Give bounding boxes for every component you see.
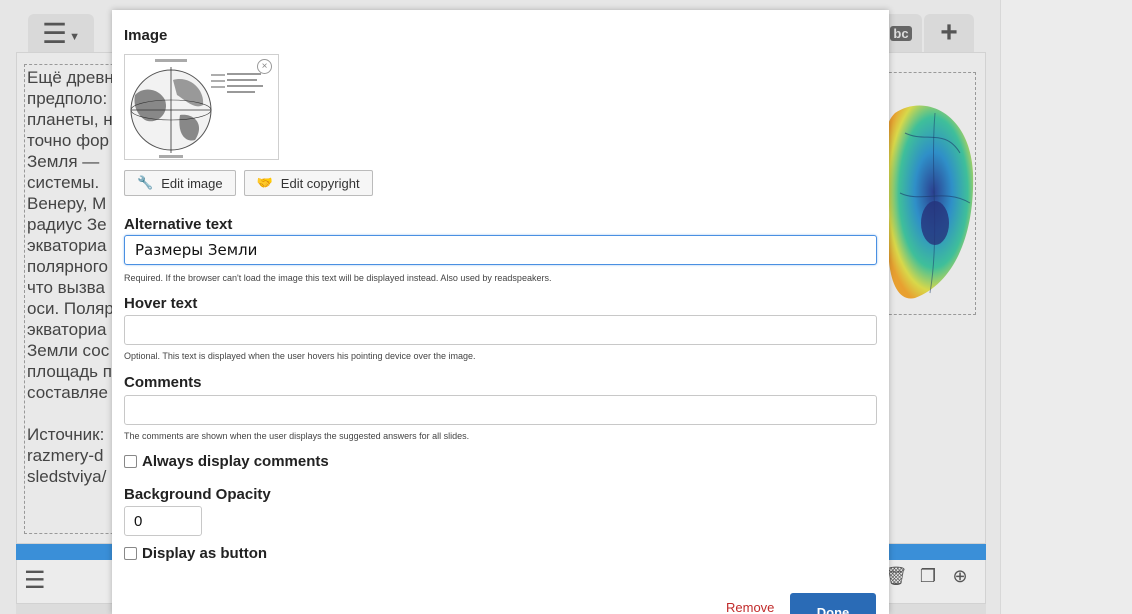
display-as-button-label: Display as button [142,545,268,562]
alt-text-input[interactable] [124,235,877,265]
image-actions: 🔧 Edit image 🤝 Edit copyright [124,170,373,196]
always-display-comments-checkbox[interactable] [124,455,137,468]
comments-input[interactable] [124,395,877,425]
image-field-label: Image [124,27,168,44]
editor-menu-button[interactable]: ☰ ▼ [28,14,94,52]
comments-description: The comments are shown when the user dis… [124,431,470,441]
remove-image-icon[interactable]: × [257,59,272,74]
edit-image-label: Edit image [161,175,223,191]
display-as-button-row[interactable]: Display as button [124,545,267,562]
done-button[interactable]: Done [790,593,876,614]
add-element-button[interactable]: + [924,14,974,52]
alt-text-description: Required. If the browser can't load the … [124,273,552,283]
image-thumbnail[interactable]: × [124,54,279,160]
handshake-icon: 🤝 [256,175,273,190]
slides-menu-icon[interactable]: ☰ [24,566,46,595]
right-panel [1000,0,1132,614]
plus-circle-icon[interactable]: ⊕ [948,566,972,587]
earth-diagram-image [130,59,263,158]
slide-globe-image[interactable] [874,72,976,315]
background-opacity-label: Background Opacity [124,486,271,503]
hamburger-icon: ☰ [42,17,68,49]
edit-copyright-label: Edit copyright [280,175,360,191]
edit-copyright-button[interactable]: 🤝 Edit copyright [243,170,373,196]
hover-text-input[interactable] [124,315,877,345]
edit-image-button[interactable]: 🔧 Edit image [124,170,236,196]
wrench-icon: 🔧 [137,175,154,190]
always-display-comments-row[interactable]: Always display comments [124,453,329,470]
globe-image-icon [884,105,974,299]
image-properties-dialog: Image × 🔧 Edit image 🤝 Edit copyright Al… [112,10,889,614]
plus-icon: + [940,16,958,49]
hover-text-label: Hover text [124,295,198,312]
display-as-button-checkbox[interactable] [124,547,137,560]
alt-text-label: Alternative text [124,216,233,233]
text-tool-label: bc [890,25,912,41]
remove-link[interactable]: Remove [726,600,774,614]
chevron-down-icon: ▼ [69,31,80,43]
comments-label: Comments [124,374,202,391]
slide-actions: 🗑 ❐ ⊕ [884,566,972,587]
copy-icon[interactable]: ❐ [916,566,940,587]
background-opacity-input[interactable] [124,506,202,536]
hover-text-description: Optional. This text is displayed when th… [124,351,476,361]
always-display-comments-label: Always display comments [142,453,329,470]
